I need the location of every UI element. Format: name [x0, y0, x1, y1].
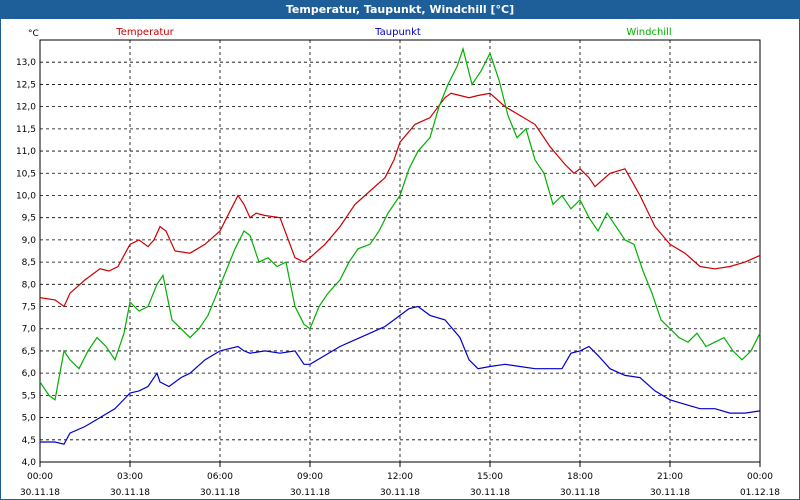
x-tick-time: 21:00 — [657, 472, 683, 482]
y-axis-unit: °C — [28, 29, 39, 39]
legend-temperatur: Temperatur — [115, 27, 174, 38]
x-tick-time: 00:00 — [747, 472, 773, 482]
x-tick-time: 12:00 — [387, 472, 413, 482]
x-tick-time: 09:00 — [297, 472, 323, 482]
y-tick-label: 12,5 — [16, 80, 36, 90]
y-tick-label: 7,5 — [22, 303, 36, 313]
x-tick-time: 18:00 — [567, 472, 593, 482]
y-tick-label: 11,5 — [16, 125, 36, 135]
legend-windchill: Windchill — [626, 27, 671, 38]
x-tick-date: 30.11.18 — [650, 488, 690, 498]
y-tick-label: 4,0 — [22, 458, 37, 468]
x-tick-time: 06:00 — [207, 472, 233, 482]
y-tick-label: 11,0 — [16, 147, 36, 157]
legend-taupunkt: Taupunkt — [374, 27, 421, 38]
y-tick-label: 6,5 — [22, 347, 36, 357]
x-tick-date: 30.11.18 — [200, 488, 240, 498]
y-tick-label: 10,5 — [16, 169, 36, 179]
chart-window: Temperatur, Taupunkt, Windchill [°C] 4,0… — [0, 0, 800, 500]
y-tick-label: 8,0 — [22, 280, 37, 290]
y-tick-label: 8,5 — [22, 258, 36, 268]
y-tick-label: 12,0 — [16, 103, 36, 113]
x-tick-date: 30.11.18 — [20, 488, 60, 498]
y-tick-label: 9,5 — [22, 214, 36, 224]
x-tick-date: 30.11.18 — [470, 488, 510, 498]
y-tick-label: 9,0 — [22, 236, 37, 246]
chart-plot: 4,0 4,5 5,0 5,5 6,0 6,5 7,0 7,5 8,0 8,5 9,0 9,5 10,0… — [16, 27, 780, 498]
x-tick-time: 15:00 — [477, 472, 503, 482]
x-tick-time: 00:00 — [27, 472, 53, 482]
x-tick-time: 03:00 — [117, 472, 143, 482]
y-tick-label: 7,0 — [22, 325, 37, 335]
x-tick-date: 01.12.18 — [740, 488, 780, 498]
y-tick-label: 4,5 — [22, 436, 36, 446]
x-tick-date: 30.11.18 — [290, 488, 330, 498]
y-tick-label: 5,0 — [22, 414, 37, 424]
y-tick-label: 10,0 — [16, 191, 36, 201]
x-tick-date: 30.11.18 — [560, 488, 600, 498]
x-tick-date: 30.11.18 — [380, 488, 420, 498]
y-tick-label: 5,5 — [22, 391, 36, 401]
y-tick-label: 6,0 — [22, 369, 37, 379]
y-tick-label: 13,0 — [16, 58, 36, 68]
x-tick-date: 30.11.18 — [110, 488, 150, 498]
